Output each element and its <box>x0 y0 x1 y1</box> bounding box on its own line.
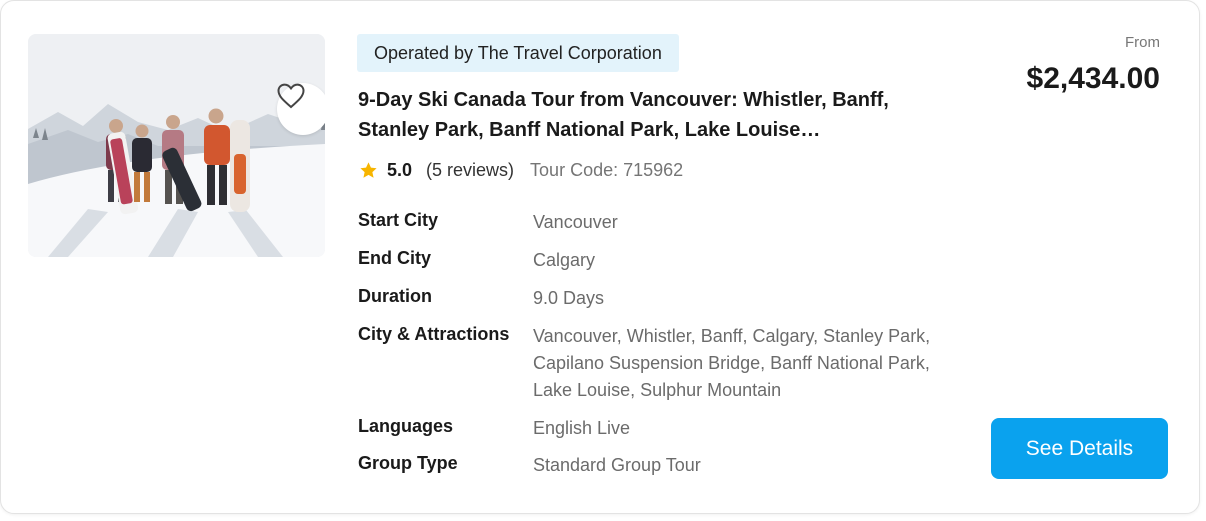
tour-card: Operated by The Travel Corporation 9-Day… <box>0 0 1200 514</box>
detail-value-attractions: Vancouver, Whistler, Banff, Calgary, Sta… <box>533 326 931 400</box>
price-from-label: From <box>1125 34 1160 51</box>
tour-photo-image <box>28 34 325 257</box>
see-details-button[interactable]: See Details <box>991 418 1168 479</box>
heart-icon <box>277 83 305 109</box>
review-count[interactable]: (5 reviews) <box>426 158 514 182</box>
tour-photo[interactable] <box>28 34 325 257</box>
price-amount: $2,434.00 <box>1026 62 1160 95</box>
rating-score: 5.0 <box>387 160 413 180</box>
detail-label-group-type: Group Type <box>358 453 458 473</box>
detail-label-start-city: Start City <box>358 210 439 230</box>
detail-label-attractions: City & Attractions <box>358 324 510 344</box>
detail-label-end-city: End City <box>358 248 432 268</box>
detail-value-start-city: Vancouver <box>533 212 618 232</box>
rating-row: 5.0 (5 reviews) Tour Code: 715962 <box>359 158 683 182</box>
tour-title[interactable]: 9-Day Ski Canada Tour from Vancouver: Wh… <box>358 85 938 145</box>
detail-label-duration: Duration <box>358 286 432 306</box>
detail-label-languages: Languages <box>358 416 454 436</box>
star-icon <box>360 161 377 178</box>
detail-value-group-type: Standard Group Tour <box>533 455 701 475</box>
detail-value-languages: English Live <box>533 418 631 438</box>
favorite-button[interactable] <box>277 83 325 135</box>
tour-code: Tour Code: 715962 <box>530 160 684 180</box>
detail-value-end-city: Calgary <box>533 250 596 270</box>
detail-value-duration: 9.0 Days <box>533 288 605 308</box>
operator-badge: Operated by The Travel Corporation <box>357 34 679 72</box>
